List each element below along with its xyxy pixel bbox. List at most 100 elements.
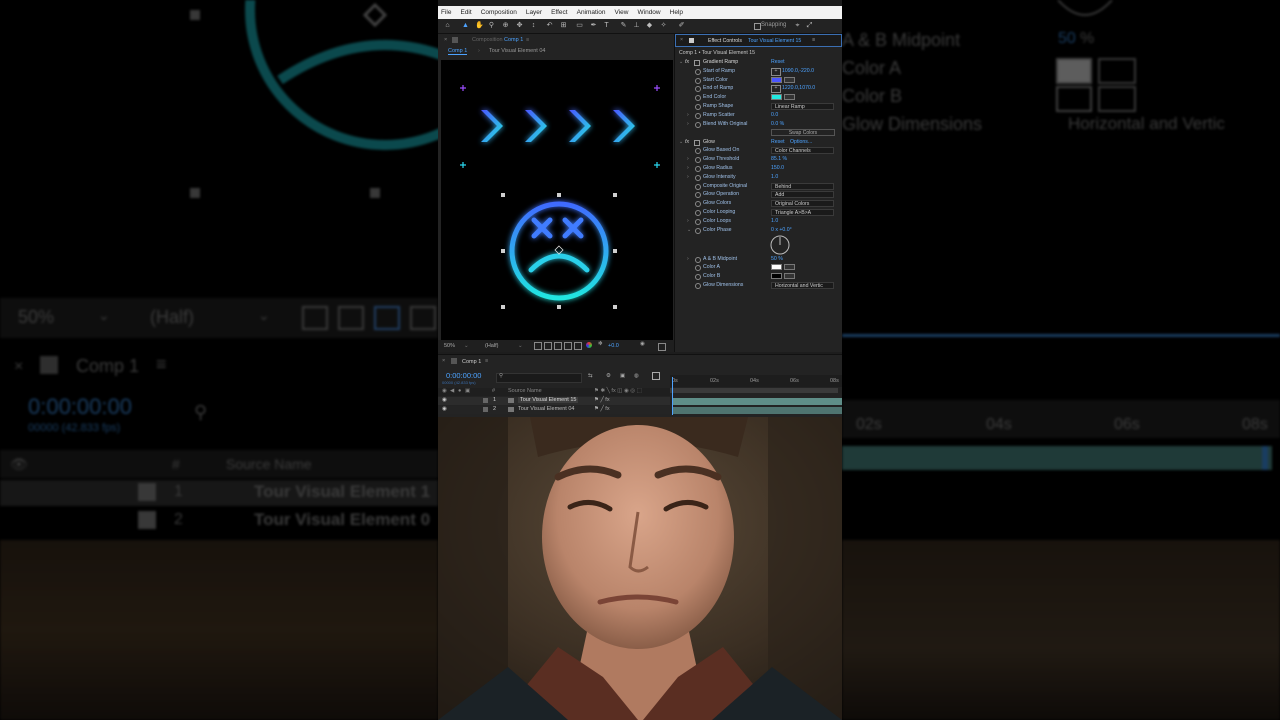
menu-window[interactable]: Window: [638, 9, 661, 16]
clone-stamp-icon[interactable]: ⊥: [633, 22, 640, 29]
menu-edit[interactable]: Edit: [460, 9, 471, 16]
layer-bar[interactable]: [673, 398, 842, 405]
effect-enable-checkbox[interactable]: [694, 60, 700, 66]
color-loops-value[interactable]: 1.0: [771, 217, 778, 226]
frame-blending-icon[interactable]: ▣: [620, 373, 625, 379]
resolution-select[interactable]: (Half): [485, 343, 498, 349]
close-icon[interactable]: ×: [680, 37, 683, 43]
ramp-shape-select[interactable]: Linear Ramp: [771, 103, 834, 110]
work-area-bar[interactable]: [670, 388, 838, 393]
stopwatch-icon[interactable]: [695, 112, 701, 119]
color-phase-dial[interactable]: [769, 234, 791, 256]
stopwatch-icon[interactable]: [695, 183, 701, 190]
zoom-tool-icon[interactable]: ⚲: [488, 22, 495, 29]
roto-brush-icon[interactable]: ✧: [660, 22, 667, 29]
crosshair-icon[interactable]: +: [771, 67, 781, 76]
pan-tool-icon[interactable]: ✥: [516, 22, 523, 29]
effect-controls-layer[interactable]: Tour Visual Element 15: [748, 38, 801, 44]
menu-icon[interactable]: ≡: [812, 37, 815, 43]
draft-3d-icon[interactable]: ⚙: [606, 373, 611, 379]
timeline-tab[interactable]: Comp 1: [462, 359, 481, 365]
menu-animation[interactable]: Animation: [577, 9, 606, 16]
source-name-header[interactable]: Source Name: [508, 388, 542, 394]
stopwatch-icon[interactable]: [695, 68, 701, 75]
eyedropper-icon[interactable]: [784, 76, 795, 83]
glow-based-on-select[interactable]: Color Channels: [771, 147, 834, 155]
blend-value[interactable]: 0.0 %: [771, 120, 784, 129]
gradient-ramp-reset[interactable]: Reset: [771, 58, 785, 67]
exposure-icon[interactable]: ✻: [598, 341, 603, 347]
home-icon[interactable]: ⌂: [444, 22, 451, 29]
effect-gradient-ramp[interactable]: ⌄ fx Gradient Ramp Reset: [675, 58, 842, 67]
effect-enable-checkbox[interactable]: [694, 139, 700, 146]
time-ruler[interactable]: 0s 02s 04s 06s 08s: [670, 375, 842, 387]
channel-icon[interactable]: [586, 342, 592, 348]
label-color[interactable]: [483, 407, 488, 412]
start-of-ramp-value[interactable]: 1090.0,-220.0: [782, 67, 814, 76]
comp-flowchart-icon[interactable]: ⇆: [588, 373, 593, 379]
stopwatch-icon[interactable]: [695, 148, 701, 155]
color-b-swatch[interactable]: [771, 273, 782, 280]
3d-view-icon[interactable]: [574, 342, 582, 350]
grid-icon[interactable]: [554, 342, 562, 350]
menu-icon[interactable]: ≡: [485, 358, 488, 364]
glow-radius-value[interactable]: 150.0: [771, 164, 784, 173]
glow-dimensions-select[interactable]: Horizontal and Vertic: [771, 281, 834, 289]
pan-behind-icon[interactable]: ⊞: [560, 22, 567, 29]
crosshair-icon[interactable]: +: [771, 85, 781, 94]
stopwatch-icon[interactable]: [695, 209, 701, 216]
glow-operation-select[interactable]: Add: [771, 191, 834, 199]
breadcrumb-comp[interactable]: Comp 1: [448, 48, 468, 55]
stopwatch-icon[interactable]: [695, 86, 701, 93]
breadcrumb-layer[interactable]: Tour Visual Element 04: [489, 48, 545, 54]
layer-switches[interactable]: ⚑ ╱ fx: [594, 406, 610, 412]
layer-bar[interactable]: [673, 407, 842, 414]
brush-tool-icon[interactable]: ✎: [620, 22, 627, 29]
menu-help[interactable]: Help: [670, 9, 683, 16]
rectangle-tool-icon[interactable]: ▭: [576, 22, 583, 29]
color-a-swatch[interactable]: [771, 264, 782, 271]
region-of-interest-icon[interactable]: [534, 342, 542, 350]
graph-editor-icon[interactable]: [652, 372, 660, 380]
glow-reset[interactable]: Reset: [771, 138, 785, 147]
current-time[interactable]: 0:00:00:00: [446, 371, 481, 380]
mask-visibility-icon[interactable]: [564, 342, 572, 350]
motion-blur-icon[interactable]: ◍: [634, 373, 639, 379]
stopwatch-icon[interactable]: [695, 265, 701, 272]
magnification-select[interactable]: 50%: [444, 343, 455, 349]
layer-name[interactable]: Tour Visual Element 15: [518, 397, 579, 403]
layer-row[interactable]: ◉ 2 Tour Visual Element 04 ⚑ ╱ fx: [438, 406, 670, 414]
ab-midpoint-value[interactable]: 50 %: [771, 255, 783, 264]
snap-options-icon[interactable]: ⌖: [794, 22, 801, 29]
hand-tool-icon[interactable]: ✋: [475, 22, 484, 29]
menu-layer[interactable]: Layer: [526, 9, 542, 16]
stopwatch-icon[interactable]: [695, 104, 701, 110]
stopwatch-icon[interactable]: [695, 121, 701, 128]
transparency-grid-icon[interactable]: [544, 342, 552, 350]
tab-comp-1[interactable]: Comp 1: [504, 37, 523, 43]
start-color-swatch[interactable]: [771, 76, 782, 83]
stopwatch-icon[interactable]: [695, 165, 701, 172]
menu-icon[interactable]: ≡: [526, 37, 529, 43]
snapshot-icon[interactable]: ◉: [640, 341, 645, 347]
layer-search-input[interactable]: [496, 373, 582, 383]
composition-canvas[interactable]: [441, 60, 673, 345]
dolly-tool-icon[interactable]: ↕: [530, 22, 537, 29]
close-icon[interactable]: ×: [442, 358, 445, 364]
end-of-ramp-value[interactable]: 1220.0,1070.0: [782, 84, 815, 93]
eyedropper-icon[interactable]: [784, 94, 795, 101]
selection-tool-icon[interactable]: ▲: [462, 22, 469, 29]
eyedropper-icon[interactable]: [784, 273, 795, 280]
menu-view[interactable]: View: [615, 9, 629, 16]
composite-original-select[interactable]: Behind: [771, 182, 834, 190]
playhead[interactable]: [672, 377, 673, 415]
menu-file[interactable]: File: [441, 9, 451, 16]
glow-threshold-value[interactable]: 85.1 %: [771, 155, 787, 164]
show-snapshot-icon[interactable]: [658, 343, 666, 351]
glow-options[interactable]: Options...: [790, 138, 812, 147]
snap-expand-icon[interactable]: ⤢: [806, 22, 813, 29]
eraser-tool-icon[interactable]: ◆: [646, 22, 653, 29]
stopwatch-icon[interactable]: [695, 274, 701, 281]
pen-tool-icon[interactable]: ✒: [590, 22, 597, 29]
glow-colors-select[interactable]: Original Colors: [771, 200, 834, 208]
